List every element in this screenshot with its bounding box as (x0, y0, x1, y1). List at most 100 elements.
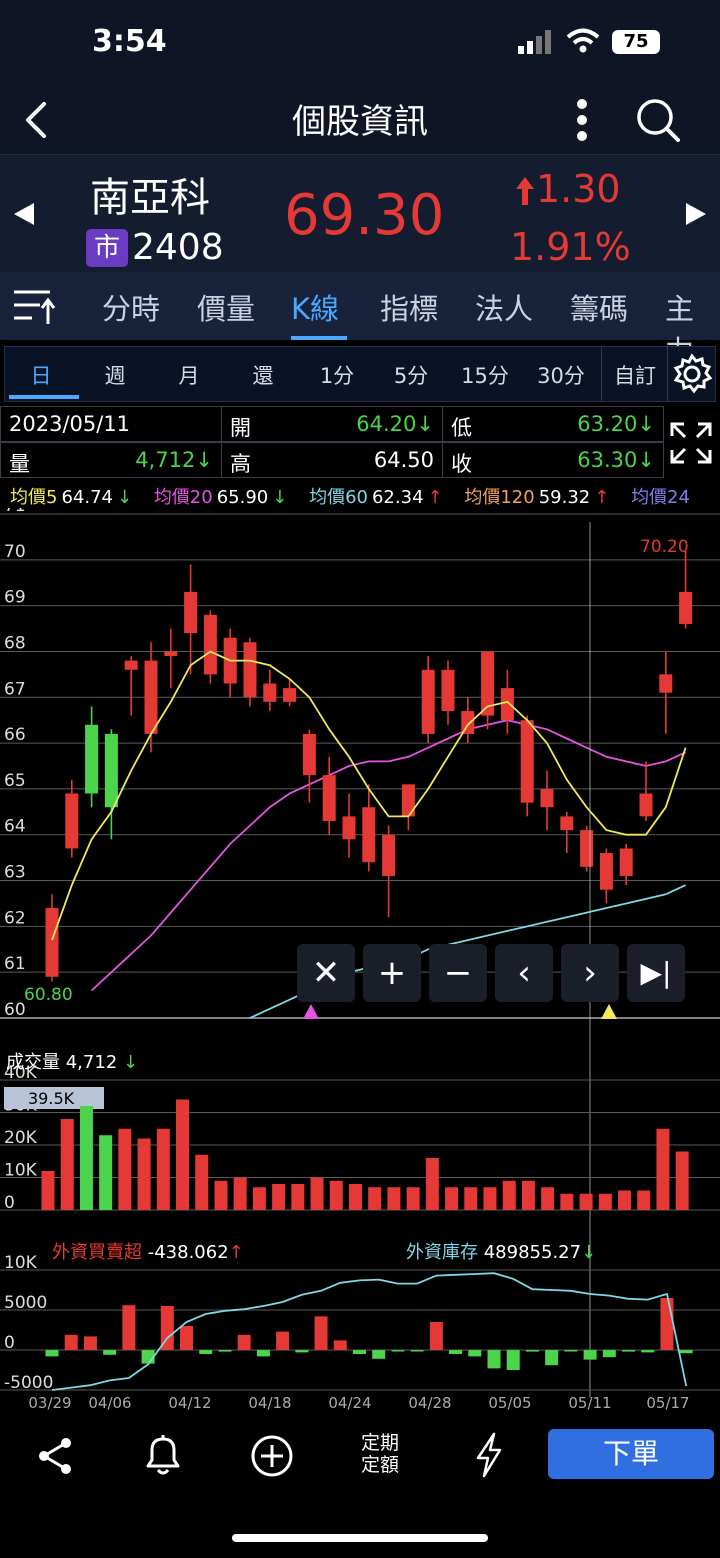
foreign-net-bar (295, 1350, 309, 1353)
volume-bar (310, 1177, 324, 1210)
foreign-net-bar (372, 1350, 386, 1359)
period-15min[interactable]: 15分 (449, 360, 521, 390)
lightning-icon[interactable] (474, 1432, 504, 1482)
share-icon[interactable] (36, 1436, 74, 1480)
battery-level: 75 (623, 31, 649, 52)
foreign-net-bar (199, 1350, 213, 1354)
foreign-net-bar (660, 1298, 674, 1350)
period-day[interactable]: 日 (5, 360, 77, 390)
tab-minute[interactable]: 分時 (102, 286, 160, 328)
tab-institutional[interactable]: 法人 (475, 286, 533, 328)
foreign-net-bar (468, 1350, 482, 1357)
candle-body (421, 669, 435, 734)
foreign-net-bar (180, 1326, 194, 1350)
volume-bar (406, 1187, 420, 1210)
candle-body (45, 908, 59, 977)
foreign-net-bar (83, 1336, 97, 1350)
sort-menu-icon[interactable] (14, 288, 56, 330)
volume-bar (348, 1184, 362, 1210)
more-icon[interactable] (574, 96, 590, 144)
date-tick-label: 04/18 (248, 1394, 291, 1412)
fullscreen-icon[interactable] (668, 420, 714, 466)
fixed-label-2: 定額 (360, 1454, 399, 1476)
volume-bar (137, 1138, 151, 1210)
foreign-net-bar (352, 1350, 366, 1354)
period-5min[interactable]: 5分 (375, 360, 447, 390)
search-icon[interactable] (634, 96, 682, 144)
date-tick-label: 05/17 (646, 1394, 689, 1412)
ma5-label: 均價5 (10, 487, 58, 508)
period-custom[interactable]: 自訂 (603, 360, 667, 390)
main-tabs: 分時 價量 K線 指標 法人 籌碼 主力 (0, 272, 720, 368)
date-tick-label: 04/12 (168, 1394, 211, 1412)
volume-bar (368, 1187, 382, 1210)
info-low-cell: 低 63.20↓ (442, 406, 664, 442)
fixed-label-1: 定期 (360, 1432, 399, 1454)
tab-indicator[interactable]: 指標 (380, 286, 438, 328)
stock-code: 2408 (132, 227, 224, 268)
foreign-net-bar (64, 1334, 78, 1350)
tab-chips[interactable]: 籌碼 (570, 286, 628, 328)
period-month[interactable]: 月 (153, 360, 225, 390)
tab-price-volume[interactable]: 價量 (197, 286, 255, 328)
up-arrow-icon (516, 177, 534, 209)
volume-bar (195, 1154, 209, 1210)
foreign-net-bar (602, 1350, 616, 1358)
price-tick-label: 63 (4, 863, 26, 883)
date-tick-label: 05/05 (488, 1394, 531, 1412)
step-back-button[interactable]: ‹ (495, 944, 553, 1002)
zoom-in-button[interactable]: + (363, 944, 421, 1002)
order-button[interactable]: 下單 (548, 1429, 714, 1479)
foreign-net-bar (525, 1350, 539, 1352)
tab-kline[interactable]: K線 (291, 286, 339, 328)
volume-bar (214, 1180, 228, 1210)
volume-bar (272, 1184, 286, 1210)
foreign-net-bar (449, 1350, 463, 1354)
next-stock-icon[interactable] (682, 201, 708, 231)
settings-gear-icon[interactable] (671, 353, 713, 395)
volume-bar (118, 1128, 132, 1210)
add-circle-icon[interactable] (250, 1434, 294, 1482)
prev-stock-icon[interactable] (12, 201, 38, 231)
volume-bar (387, 1187, 401, 1210)
foreign-net-arrow: ↑ (228, 1242, 244, 1263)
candle-body (85, 724, 99, 794)
date-tick-label: 05/11 (568, 1394, 611, 1412)
period-30min[interactable]: 30分 (523, 360, 599, 390)
period-1min[interactable]: 1分 (301, 360, 373, 390)
foreign-net-bar (391, 1350, 405, 1352)
jump-to-end-button[interactable]: ▶| (627, 944, 685, 1002)
bell-icon[interactable] (142, 1434, 184, 1482)
volume-bar (502, 1180, 516, 1210)
volume-bar (41, 1171, 55, 1210)
fixed-investment-button[interactable]: 定期 定額 (352, 1432, 408, 1476)
period-week[interactable]: 週 (79, 360, 151, 390)
price-tick-label: 69 (4, 588, 26, 608)
volume-bar (521, 1180, 535, 1210)
divider (601, 347, 602, 401)
volume-tick-label: 10K (4, 1161, 38, 1181)
battery-icon: 75 (612, 30, 660, 54)
foreign-net-bar (506, 1350, 520, 1370)
close-label: 收 (451, 452, 472, 476)
zoom-out-button[interactable]: − (429, 944, 487, 1002)
price-change: 1.30 (536, 167, 621, 211)
candle-body (520, 720, 534, 803)
close-value: 63.30↓ (577, 448, 655, 472)
volume-value: 4,712↓ (135, 448, 213, 472)
stock-price: 69.30 (284, 183, 445, 248)
foreign-net-legend: 外資買賣超 -438.062↑ (52, 1238, 244, 1264)
close-chart-button[interactable]: ✕ (297, 944, 355, 1002)
foreign-tick-label: 5000 (4, 1293, 47, 1313)
market-badge: 市 (86, 229, 128, 267)
foreign-net-bar (256, 1350, 270, 1357)
candle-body (441, 669, 455, 712)
period-adjusted[interactable]: 還 (227, 360, 299, 390)
step-forward-button[interactable]: › (561, 944, 619, 1002)
volume-max-label: 39.5K (28, 1089, 75, 1108)
wifi-icon (566, 28, 600, 58)
low-label: 低 (451, 416, 472, 440)
volume-title: 成交量 (6, 1052, 60, 1073)
page-title: 個股資訊 (292, 102, 428, 142)
magenta-marker-icon (303, 1004, 319, 1019)
